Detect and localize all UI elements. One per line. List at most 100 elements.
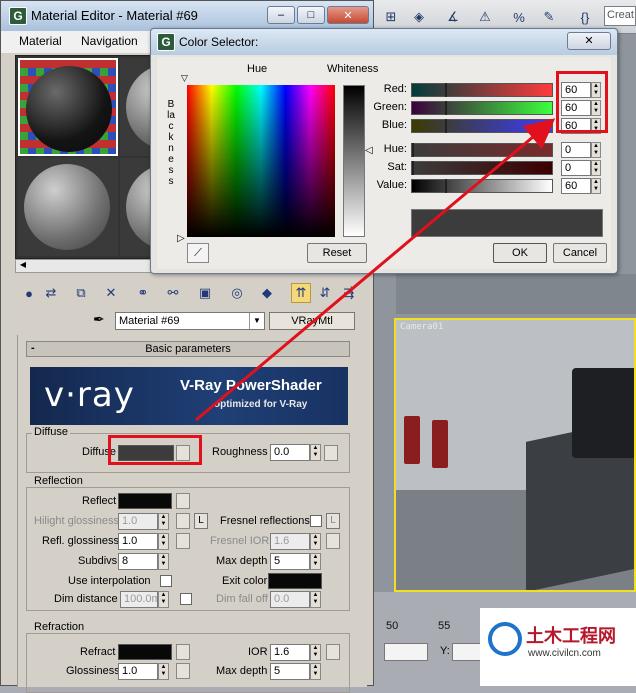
refract-color-swatch[interactable]	[118, 644, 172, 660]
close-button[interactable]: ✕	[327, 6, 369, 24]
exit-color-swatch[interactable]	[268, 573, 322, 589]
ok-button[interactable]: OK	[493, 243, 547, 263]
hue-blackness-picker[interactable]	[187, 85, 335, 237]
refl-glossiness-spinner[interactable]: ▲ ▼	[158, 533, 169, 550]
dim-falloff-spinner[interactable]: ▲ ▼	[310, 591, 321, 608]
reset-map-icon[interactable]: ✕	[101, 283, 121, 303]
green-slider[interactable]	[411, 101, 553, 115]
hue-channel-spinner[interactable]: ▲ ▼	[591, 142, 601, 158]
material-editor-titlebar[interactable]: G Material Editor - Material #69 – □ ✕	[1, 1, 373, 31]
reset-button[interactable]: Reset	[307, 243, 367, 263]
hue-channel-slider[interactable]	[411, 143, 553, 157]
subdivs-spinner[interactable]: ▲ ▼	[158, 553, 169, 570]
hilight-glossiness-input[interactable]: 1.0	[118, 513, 158, 530]
minimize-button[interactable]: –	[267, 6, 295, 24]
sat-input[interactable]: 0	[561, 160, 591, 176]
assign-to-selection-icon[interactable]: ⧉	[71, 283, 91, 303]
menu-navigation[interactable]: Navigation	[81, 34, 138, 48]
color-selector-titlebar[interactable]: G Color Selector: ✕	[151, 29, 617, 55]
refract-map-button[interactable]	[176, 644, 190, 660]
maximize-button[interactable]: □	[297, 6, 325, 24]
ior-input[interactable]: 1.6	[270, 644, 310, 661]
use-interpolation-checkbox[interactable]	[160, 575, 172, 587]
dim-distance-spinner[interactable]: ▲ ▼	[158, 591, 169, 608]
sat-slider[interactable]	[411, 161, 553, 175]
roughness-spinner[interactable]: ▲ ▼	[310, 444, 321, 461]
spinner-snap-icon[interactable]: %	[508, 6, 530, 28]
dim-distance-checkbox[interactable]	[180, 593, 192, 605]
hilight-glossiness-spinner[interactable]: ▲ ▼	[158, 513, 169, 530]
value-input[interactable]: 60	[561, 178, 591, 194]
fresnel-ior-spinner[interactable]: ▲ ▼	[310, 533, 321, 550]
red-slider-marker[interactable]	[445, 83, 447, 97]
cube-icon[interactable]: ◈	[408, 6, 430, 28]
braces-icon[interactable]: {}	[574, 6, 596, 28]
camera-viewport[interactable]: Camera01	[394, 318, 636, 592]
glossiness-map-button[interactable]	[176, 663, 190, 679]
blue-slider-marker[interactable]	[445, 119, 447, 133]
show-map-icon[interactable]: ◎	[227, 283, 247, 303]
fresnel-ior-input[interactable]: 1.6	[270, 533, 310, 550]
sat-spinner[interactable]: ▲ ▼	[591, 160, 601, 176]
glossiness-spinner[interactable]: ▲ ▼	[158, 663, 169, 680]
refraction-max-depth-spinner[interactable]: ▲ ▼	[310, 663, 321, 680]
hue-marker-icon[interactable]: ▽	[181, 73, 188, 84]
menu-material[interactable]: Material	[19, 34, 62, 48]
material-name-input[interactable]: Material #69	[115, 312, 265, 330]
hue-slider-marker[interactable]	[412, 143, 414, 157]
fresnel-reflections-checkbox[interactable]	[310, 515, 322, 527]
snap-icon[interactable]: ⊞	[380, 6, 402, 28]
material-effects-icon[interactable]: ▣	[195, 283, 215, 303]
value-slider-marker[interactable]	[445, 179, 447, 193]
hue-channel-input[interactable]: 0	[561, 142, 591, 158]
percent-snap-icon[interactable]: ⚠	[474, 6, 496, 28]
put-to-scene-icon[interactable]: ⇄	[41, 283, 61, 303]
rollout-toggle[interactable]: -	[31, 341, 35, 355]
value-spinner[interactable]: ▲ ▼	[591, 178, 601, 194]
make-unique-icon[interactable]: ⚭	[133, 283, 153, 303]
ior-spinner[interactable]: ▲ ▼	[310, 644, 321, 661]
go-to-parent-icon[interactable]: ⇈	[291, 283, 311, 303]
blackness-marker-icon[interactable]: ▷	[177, 233, 185, 244]
eyedropper-button[interactable]: ⟋	[187, 243, 209, 263]
scroll-left-icon[interactable]: ◀	[16, 260, 30, 272]
fresnel-ior-map-button[interactable]	[326, 533, 340, 549]
pick-material-icon[interactable]: ✒	[93, 311, 105, 328]
value-slider[interactable]	[411, 179, 553, 193]
ior-map-button[interactable]	[326, 644, 340, 660]
x-coord-field[interactable]	[384, 643, 428, 661]
refraction-max-depth-input[interactable]: 5	[270, 663, 310, 680]
dim-falloff-input[interactable]: 0.0	[270, 591, 310, 608]
show-end-result-icon[interactable]: ◆	[257, 283, 277, 303]
dim-distance-input[interactable]: 100.0m	[120, 591, 158, 608]
fresnel-lock-button[interactable]: L	[326, 513, 340, 529]
glossiness-input[interactable]: 1.0	[118, 663, 158, 680]
reflect-color-swatch[interactable]	[118, 493, 172, 509]
close-button[interactable]: ✕	[567, 32, 611, 50]
put-to-library-icon[interactable]: ⚯	[163, 283, 183, 303]
hilight-map-button[interactable]	[176, 513, 190, 529]
red-slider[interactable]	[411, 83, 553, 97]
go-sibling-icon[interactable]: ⇶	[339, 283, 359, 303]
roughness-input[interactable]: 0.0	[270, 444, 310, 461]
max-depth-input[interactable]: 5	[270, 553, 310, 570]
reflect-map-button[interactable]	[176, 493, 190, 509]
roughness-map-button[interactable]	[324, 445, 338, 461]
edit-named-selection-icon[interactable]: ✎	[538, 6, 560, 28]
green-slider-marker[interactable]	[445, 101, 447, 115]
material-slot-active[interactable]	[18, 58, 118, 156]
max-depth-spinner[interactable]: ▲ ▼	[310, 553, 321, 570]
sat-slider-marker[interactable]	[412, 161, 414, 175]
refl-glossiness-input[interactable]: 1.0	[118, 533, 158, 550]
hilight-lock-button[interactable]: L	[194, 513, 208, 529]
go-forward-sibling-icon[interactable]: ⇵	[315, 283, 335, 303]
basic-parameters-rollout[interactable]: - Basic parameters	[26, 341, 350, 357]
get-material-icon[interactable]: ●	[19, 283, 39, 303]
chevron-down-icon[interactable]: ▼	[249, 313, 264, 329]
create-dropdown[interactable]: Creat	[604, 6, 636, 26]
subdivs-input[interactable]: 8	[118, 553, 158, 570]
top-viewport[interactable]	[396, 274, 636, 314]
refl-glossiness-map-button[interactable]	[176, 533, 190, 549]
material-slot[interactable]	[18, 158, 118, 256]
blue-slider[interactable]	[411, 119, 553, 133]
